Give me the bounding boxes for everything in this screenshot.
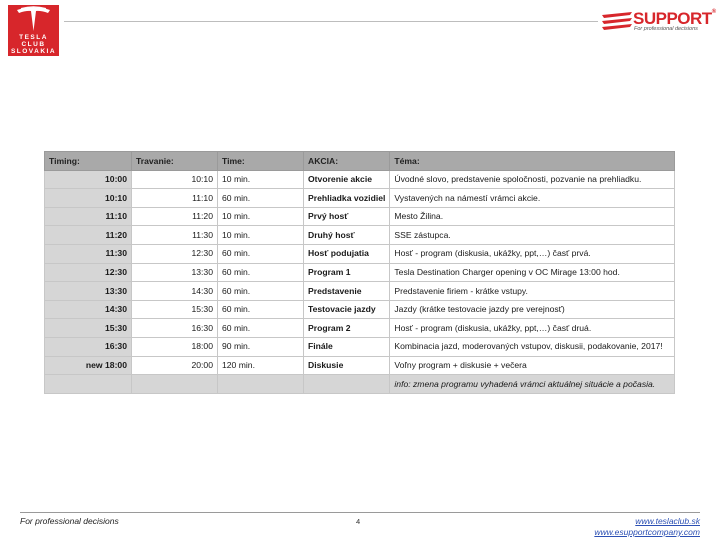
cell-akcia: Diskusie	[302, 355, 391, 376]
logo-line-1: TESLA	[19, 34, 48, 41]
cell-time: 10 min.	[217, 206, 304, 227]
cell-akcia: Prvý hosť	[302, 206, 391, 227]
table-body: 10:00 10:10 10 min. Otvorenie akcie Úvod…	[44, 169, 675, 394]
cell-timing: 11:30	[44, 243, 132, 264]
header-akcia: AKCIA:	[302, 151, 391, 171]
cell-timing: 16:30	[44, 336, 132, 357]
cell-time: 60 min.	[217, 299, 304, 320]
footer-tagline: For professional decisions	[20, 516, 119, 526]
cell-travanie: 20:00	[131, 355, 218, 376]
table-row: 11:30 12:30 60 min. Hosť podujatia Hosť …	[44, 243, 675, 264]
teslaclub-link[interactable]: www.teslaclub.sk	[594, 516, 700, 527]
footer-links: www.teslaclub.sk www.esupportcompany.com	[594, 516, 700, 538]
header-divider	[64, 21, 598, 22]
table-row: 10:00 10:10 10 min. Otvorenie akcie Úvod…	[44, 169, 675, 190]
cell-akcia: Druhý hosť	[302, 225, 391, 245]
cell-timing: 13:30	[44, 281, 132, 301]
cell-time-empty	[217, 374, 304, 394]
cell-travanie: 16:30	[131, 318, 218, 338]
table-row: 13:30 14:30 60 min. Predstavenie Predsta…	[44, 281, 675, 301]
table-row: new 18:00 20:00 120 min. Diskusie Voľny …	[44, 355, 675, 376]
cell-travanie: 13:30	[131, 262, 218, 283]
cell-time: 60 min.	[217, 262, 304, 283]
cell-timing: 11:20	[44, 225, 132, 245]
table-row: 11:10 11:20 10 min. Prvý hosť Mesto Žili…	[44, 206, 675, 227]
header-time: Time:	[217, 151, 304, 171]
cell-tema: SSE zástupca.	[389, 225, 675, 245]
cell-travanie-empty	[131, 374, 218, 394]
cell-timing: 12:30	[44, 262, 132, 283]
cell-travanie: 11:20	[131, 206, 218, 227]
footer-divider	[20, 512, 700, 513]
cell-time: 120 min.	[217, 355, 304, 376]
header-travanie: Travanie:	[131, 151, 218, 171]
support-swoosh-icon	[602, 12, 632, 30]
tesla-club-slovakia-logo: TESLA CLUB SLOVAKIA	[8, 5, 59, 56]
cell-time: 10 min.	[217, 169, 304, 190]
cell-tema: Mesto Žilina.	[389, 206, 675, 227]
cell-time: 90 min.	[217, 336, 304, 357]
table-row: 14:30 15:30 60 min. Testovacie jazdy Jaz…	[44, 299, 675, 320]
cell-timing: 14:30	[44, 299, 132, 320]
schedule-table: Timing: Travanie: Time: AKCIA: Téma: 10:…	[44, 151, 675, 394]
cell-travanie: 18:00	[131, 336, 218, 357]
cell-timing: 10:10	[44, 188, 132, 208]
cell-tema: Kombinacia jazd, moderovaných vstupov, d…	[389, 336, 675, 357]
tesla-t-icon	[17, 6, 50, 31]
cell-akcia: Otvorenie akcie	[302, 169, 391, 190]
cell-timing-empty	[44, 374, 132, 394]
table-row: 16:30 18:00 90 min. Finále Kombinacia ja…	[44, 336, 675, 357]
cell-timing: 10:00	[44, 169, 132, 190]
cell-tema: Hosť - program (diskusia, ukážky, ppt,…)…	[389, 318, 675, 338]
cell-tema: Voľny program + diskusie + večera	[389, 355, 675, 376]
header-timing: Timing:	[44, 151, 132, 171]
logo-line-2: CLUB	[21, 41, 46, 48]
header-tema: Téma:	[389, 151, 675, 171]
cell-akcia: Program 1	[302, 262, 391, 283]
cell-travanie: 15:30	[131, 299, 218, 320]
support-logo: SUPPORT® For professional decisions	[600, 9, 716, 35]
cell-time: 60 min.	[217, 188, 304, 208]
page-number: 4	[356, 517, 361, 526]
cell-travanie: 11:10	[131, 188, 218, 208]
cell-time: 60 min.	[217, 243, 304, 264]
cell-akcia: Program 2	[302, 318, 391, 338]
esupportcompany-link[interactable]: www.esupportcompany.com	[594, 527, 700, 538]
cell-tema: Tesla Destination Charger opening v OC M…	[389, 262, 675, 283]
cell-tema: Vystavených na námestí vrámci akcie.	[389, 188, 675, 208]
cell-akcia: Prehliadka vozidiel	[302, 188, 391, 208]
table-row: 11:20 11:30 10 min. Druhý hosť SSE zástu…	[44, 225, 675, 245]
support-tagline: For professional decisions	[634, 26, 698, 32]
cell-akcia: Finále	[302, 336, 391, 357]
cell-time: 60 min.	[217, 281, 304, 301]
support-reg-mark: ®	[711, 9, 716, 15]
cell-tema: Predstavenie firiem - krátke vstupy.	[389, 281, 675, 301]
table-row: 15:30 16:30 60 min. Program 2 Hosť - pro…	[44, 318, 675, 338]
table-row: 10:10 11:10 60 min. Prehliadka vozidiel …	[44, 188, 675, 208]
note-row: info: zmena programu vyhadená vrámci akt…	[44, 374, 675, 394]
cell-tema: Úvodné slovo, predstavenie spoločnosti, …	[389, 169, 675, 190]
cell-timing: new 18:00	[44, 355, 132, 376]
cell-timing: 11:10	[44, 206, 132, 227]
cell-tema: Jazdy (krátke testovacie jazdy pre verej…	[389, 299, 675, 320]
table-row: 12:30 13:30 60 min. Program 1 Tesla Dest…	[44, 262, 675, 283]
cell-travanie: 12:30	[131, 243, 218, 264]
logo-line-3: SLOVAKIA	[10, 48, 57, 55]
cell-akcia-empty	[302, 374, 391, 394]
cell-timing: 15:30	[44, 318, 132, 338]
cell-time: 60 min.	[217, 318, 304, 338]
cell-tema: Hosť - program (diskusia, ukážky, ppt,…)…	[389, 243, 675, 264]
cell-time: 10 min.	[217, 225, 304, 245]
cell-travanie: 14:30	[131, 281, 218, 301]
schedule-note: info: zmena programu vyhadená vrámci akt…	[389, 374, 675, 394]
cell-akcia: Hosť podujatia	[302, 243, 391, 264]
cell-travanie: 10:10	[131, 169, 218, 190]
cell-akcia: Testovacie jazdy	[302, 299, 391, 320]
cell-travanie: 11:30	[131, 225, 218, 245]
table-header-row: Timing: Travanie: Time: AKCIA: Téma:	[44, 151, 675, 171]
cell-akcia: Predstavenie	[302, 281, 391, 301]
